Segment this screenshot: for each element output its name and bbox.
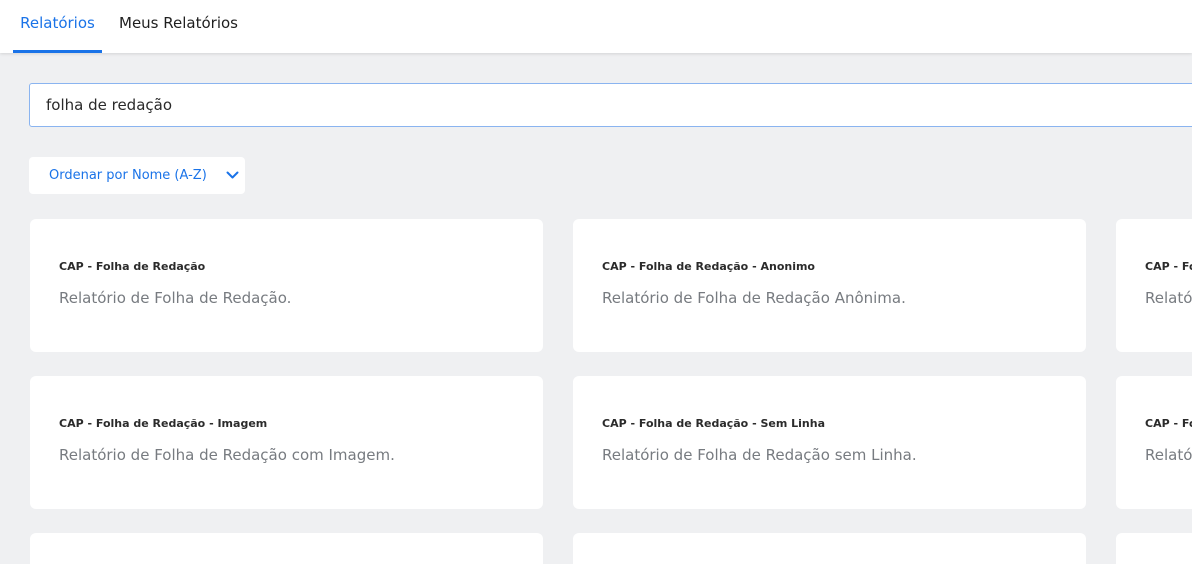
- top-tab-bar: Relatórios Meus Relatórios: [0, 0, 1192, 53]
- report-card-title: CAP - Fo: [1145, 260, 1192, 273]
- report-card[interactable]: CAP - Folha de Redação Relatório de Folh…: [30, 219, 543, 352]
- tab-relatorios[interactable]: Relatórios: [13, 0, 102, 53]
- sort-dropdown[interactable]: Ordenar por Nome (A-Z): [29, 157, 245, 194]
- report-card-title: CAP - Fo: [1145, 417, 1192, 430]
- tab-meus-relatorios[interactable]: Meus Relatórios: [112, 0, 245, 53]
- report-card[interactable]: CAP - Folha de Redação - Anonimo Relatór…: [573, 219, 1086, 352]
- report-card-description: Relatório de Folha de Redação.: [59, 289, 292, 307]
- tab-meus-relatorios-label: Meus Relatórios: [119, 14, 238, 32]
- tab-relatorios-label: Relatórios: [20, 14, 95, 32]
- report-card[interactable]: [1116, 533, 1192, 564]
- search-input[interactable]: [29, 83, 1192, 127]
- report-card[interactable]: [573, 533, 1086, 564]
- report-card[interactable]: CAP - Folha de Redação - Sem Linha Relat…: [573, 376, 1086, 509]
- report-card-description: Relatório de Folha de Redação com Imagem…: [59, 446, 395, 464]
- report-card-title: CAP - Folha de Redação - Imagem: [59, 417, 268, 430]
- chevron-down-icon: [226, 171, 239, 179]
- report-card[interactable]: [30, 533, 543, 564]
- report-card[interactable]: CAP - Fo Relató: [1116, 376, 1192, 509]
- report-card-title: CAP - Folha de Redação - Anonimo: [602, 260, 815, 273]
- report-card-title: CAP - Folha de Redação - Sem Linha: [602, 417, 826, 430]
- report-card-title: CAP - Folha de Redação: [59, 260, 206, 273]
- report-card[interactable]: CAP - Folha de Redação - Imagem Relatóri…: [30, 376, 543, 509]
- sort-dropdown-label: Ordenar por Nome (A-Z): [49, 168, 207, 183]
- active-tab-indicator: [13, 50, 102, 53]
- report-card-description: Relatório de Folha de Redação Anônima.: [602, 289, 906, 307]
- report-card-description: Relató: [1145, 446, 1192, 464]
- report-card-description: Relató: [1145, 289, 1192, 307]
- report-card[interactable]: CAP - Fo Relató: [1116, 219, 1192, 352]
- report-card-description: Relatório de Folha de Redação sem Linha.: [602, 446, 917, 464]
